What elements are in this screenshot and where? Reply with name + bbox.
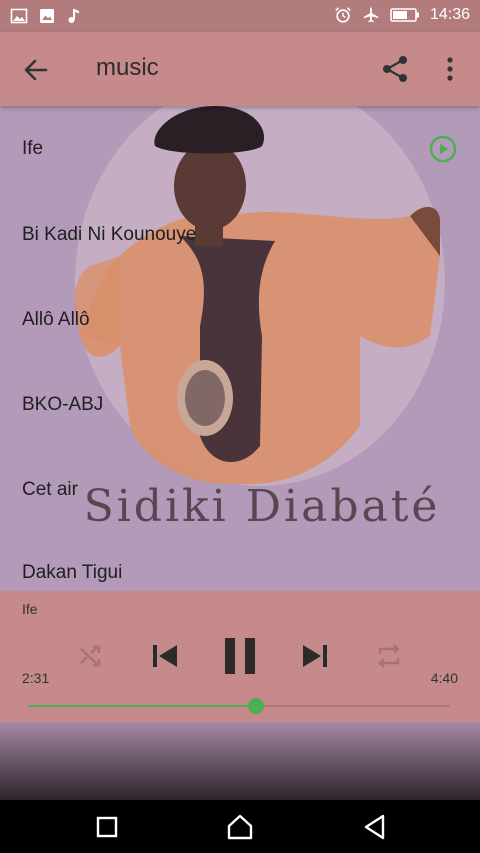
player-panel: Ife 2:31 4:40 (0, 591, 480, 722)
song-item-dakan-tigui[interactable]: Dakan Tigui (22, 562, 422, 584)
repeat-icon[interactable] (375, 643, 403, 669)
play-circle-icon[interactable] (428, 134, 458, 164)
song-list: Ife Bi Kadi Ni Kounouye Allô Allô BKO-AB… (0, 106, 480, 591)
app-bar: music (0, 32, 480, 106)
status-time: 14:36 (429, 6, 470, 23)
status-bar: 14:36 (0, 0, 480, 32)
image-icon (10, 8, 28, 24)
back-icon[interactable] (360, 812, 390, 842)
pause-icon[interactable] (222, 637, 258, 675)
seek-bar[interactable] (28, 698, 450, 714)
back-arrow-icon[interactable] (22, 56, 50, 84)
alarm-icon (335, 7, 351, 23)
next-icon[interactable] (300, 642, 330, 670)
current-time: 2:31 (22, 670, 50, 686)
playlist-area: Sidiki Diabaté Ife Bi Kadi Ni Kounouye A… (0, 106, 480, 591)
navigation-bar (0, 800, 480, 853)
home-icon[interactable] (225, 812, 255, 842)
airplane-mode-icon (363, 7, 379, 23)
previous-icon[interactable] (150, 642, 180, 670)
battery-icon (390, 8, 419, 22)
music-note-icon (68, 9, 79, 23)
song-item-bi-kadi-ni-kounouye[interactable]: Bi Kadi Ni Kounouye (22, 224, 422, 246)
now-playing-title: Ife (22, 601, 38, 617)
total-time: 4:40 (430, 670, 458, 686)
photo-icon (40, 9, 54, 23)
shuffle-icon[interactable] (78, 643, 104, 669)
song-item-bko-abj[interactable]: BKO-ABJ (22, 394, 422, 416)
seek-bar-thumb[interactable] (247, 698, 264, 714)
page-title: music (96, 54, 159, 81)
seek-bar-progress (28, 705, 256, 707)
song-item-allo-allo[interactable]: Allô Allô (22, 309, 422, 331)
more-vert-icon[interactable] (440, 54, 460, 84)
recent-apps-icon[interactable] (92, 812, 122, 842)
song-item-ife[interactable]: Ife (22, 138, 422, 160)
background-gradient (0, 722, 480, 800)
song-item-cet-air[interactable]: Cet air (22, 479, 422, 501)
share-icon[interactable] (380, 54, 410, 84)
